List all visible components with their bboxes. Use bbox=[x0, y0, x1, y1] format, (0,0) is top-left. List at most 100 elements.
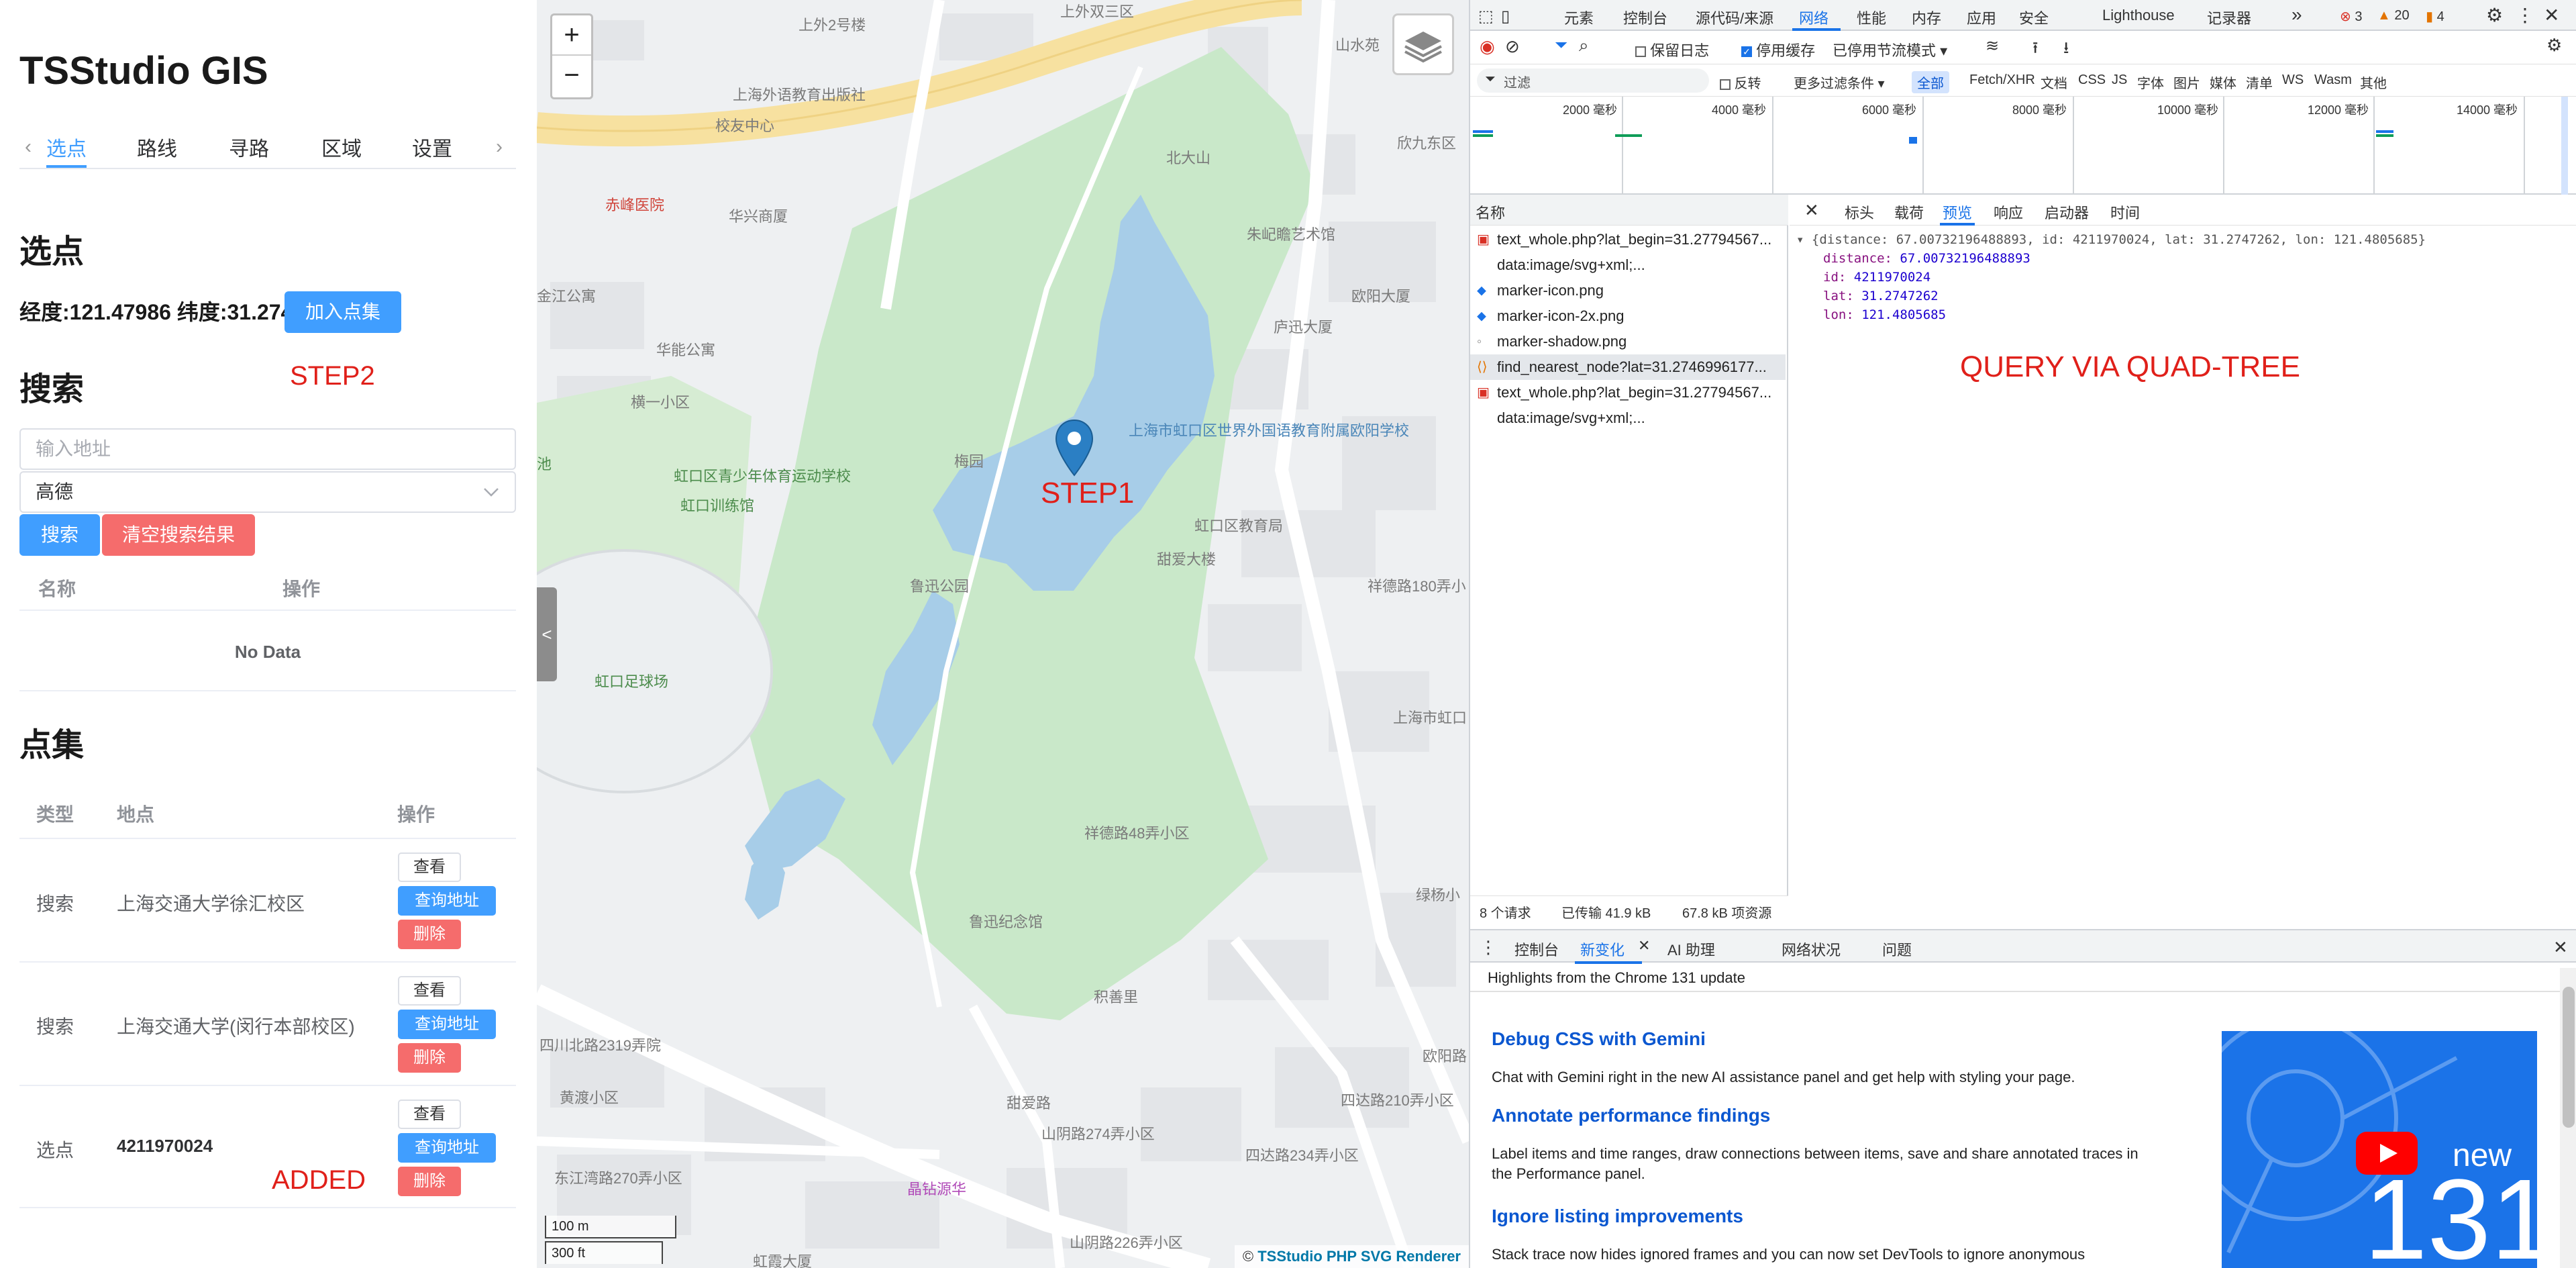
drawer-tab-console[interactable]: 控制台 bbox=[1514, 938, 1559, 960]
layers-button[interactable] bbox=[1392, 13, 1454, 75]
request-row[interactable]: ◦ marker-shadow.png bbox=[1470, 329, 1786, 354]
timeline-overview[interactable]: 2000 毫秒 4000 毫秒 6000 毫秒 8000 毫秒 10000 毫秒… bbox=[1470, 97, 2576, 195]
drawer-tab-issues[interactable]: 问题 bbox=[1882, 938, 1912, 960]
export-har-icon[interactable]: ⭳ bbox=[2063, 36, 2069, 64]
close-drawer-icon[interactable]: ✕ bbox=[2553, 937, 2568, 958]
request-row[interactable]: data:image/svg+xml;... bbox=[1470, 252, 1786, 278]
tab-headers[interactable]: 标头 bbox=[1845, 201, 1874, 223]
collapse-sidebar-button[interactable]: < bbox=[537, 587, 557, 681]
import-har-icon[interactable]: ⭱ bbox=[2032, 36, 2038, 64]
type-filter-ws[interactable]: WS bbox=[2277, 71, 2309, 89]
tab-settings[interactable]: 设置 bbox=[412, 133, 452, 168]
view-button[interactable]: 查看 bbox=[398, 852, 461, 882]
disable-cache-checkbox[interactable]: ✓ 停用缓存 bbox=[1741, 39, 1815, 60]
network-settings-icon[interactable]: ⚙ bbox=[2546, 35, 2562, 56]
filter-input[interactable]: ⏷ 过滤 bbox=[1477, 68, 1709, 93]
tab-lighthouse[interactable]: Lighthouse bbox=[2102, 7, 2175, 24]
request-row[interactable]: ⬥ marker-icon.png bbox=[1470, 278, 1786, 303]
tab-sources[interactable]: 源代码/来源 bbox=[1696, 7, 1773, 28]
drawer-menu-icon[interactable]: ⋮ bbox=[1480, 937, 1497, 958]
tab-recorder[interactable]: 记录器 bbox=[2207, 7, 2251, 28]
delete-button[interactable]: 删除 bbox=[398, 1043, 461, 1073]
settings-gear-icon[interactable]: ⚙ bbox=[2486, 4, 2503, 26]
tab-console[interactable]: 控制台 bbox=[1623, 7, 1667, 28]
delete-button[interactable]: 删除 bbox=[398, 1167, 461, 1196]
close-detail-icon[interactable]: ✕ bbox=[1804, 200, 1819, 221]
tab-elements[interactable]: 元素 bbox=[1564, 7, 1594, 28]
inspect-icon[interactable]: ⬚ bbox=[1478, 7, 1494, 26]
map-marker-icon[interactable] bbox=[1054, 419, 1094, 477]
type-filter-manifest[interactable]: 清单 bbox=[2240, 71, 2278, 93]
attribution-link[interactable]: TSStudio PHP SVG Renderer bbox=[1257, 1248, 1461, 1265]
kebab-menu-icon[interactable]: ⋮ bbox=[2516, 4, 2534, 26]
drawer-tab-network-conditions[interactable]: 网络状况 bbox=[1782, 938, 1841, 960]
search-icon[interactable]: ⌕ bbox=[1579, 35, 1589, 56]
type-filter-all[interactable]: 全部 bbox=[1912, 71, 1949, 93]
zoom-out-button[interactable]: − bbox=[552, 56, 591, 96]
query-address-button[interactable]: 查询地址 bbox=[398, 886, 496, 916]
type-filter-img[interactable]: 图片 bbox=[2168, 71, 2206, 93]
timeline-range-handle[interactable] bbox=[2561, 97, 2568, 195]
tab-timing[interactable]: 时间 bbox=[2110, 201, 2140, 223]
filter-icon[interactable]: ⏷ bbox=[1555, 36, 1567, 55]
clear-icon[interactable]: ⊘ bbox=[1505, 36, 1520, 57]
whats-new-item-title[interactable]: Debug CSS with Gemini bbox=[1492, 1028, 1706, 1050]
request-row[interactable]: ▣ text_whole.php?lat_begin=31.27794567... bbox=[1470, 227, 1786, 252]
col-name[interactable]: 名称 bbox=[1476, 201, 1505, 223]
tab-pathfind[interactable]: 寻路 bbox=[229, 133, 269, 168]
tab-application[interactable]: 应用 bbox=[1967, 7, 1996, 28]
chrome-131-promo-image[interactable]: new 131 bbox=[2222, 1031, 2537, 1268]
scrollbar-thumb[interactable] bbox=[2563, 987, 2575, 1128]
type-filter-doc[interactable]: 文档 bbox=[2035, 71, 2073, 93]
more-tabs-icon[interactable]: » bbox=[2291, 4, 2302, 26]
close-devtools-icon[interactable]: ✕ bbox=[2544, 4, 2559, 26]
more-filters-dropdown[interactable]: 更多过滤条件 ▾ bbox=[1794, 72, 1885, 92]
network-conditions-icon[interactable]: ≋ bbox=[1986, 36, 1999, 56]
invert-checkbox[interactable]: 反转 bbox=[1720, 72, 1761, 92]
search-input[interactable]: 输入地址 bbox=[19, 428, 516, 470]
view-button[interactable]: 查看 bbox=[398, 976, 461, 1006]
preserve-log-checkbox[interactable]: 保留日志 bbox=[1635, 39, 1709, 60]
tab-payload[interactable]: 载荷 bbox=[1894, 201, 1924, 223]
type-filter-xhr[interactable]: Fetch/XHR bbox=[1964, 71, 2041, 89]
request-row-selected[interactable]: ⟨⟩ find_nearest_node?lat=31.2746996177... bbox=[1470, 354, 1786, 380]
warning-count[interactable]: ▲ 20 bbox=[2377, 8, 2410, 23]
error-count[interactable]: ⊗ 3 bbox=[2340, 8, 2362, 25]
whats-new-item-title[interactable]: Annotate performance findings bbox=[1492, 1105, 1770, 1126]
view-button[interactable]: 查看 bbox=[398, 1100, 461, 1129]
query-address-button[interactable]: 查询地址 bbox=[398, 1010, 496, 1039]
whats-new-item-title[interactable]: Ignore listing improvements bbox=[1492, 1206, 1743, 1227]
search-button[interactable]: 搜索 bbox=[19, 514, 100, 556]
zoom-in-button[interactable]: + bbox=[552, 15, 591, 56]
drawer-tab-ai[interactable]: AI 助理 bbox=[1667, 938, 1715, 960]
drawer-tab-whats-new[interactable]: 新变化 bbox=[1580, 938, 1625, 960]
tab-pick[interactable]: 选点 bbox=[46, 133, 87, 168]
map-canvas[interactable] bbox=[537, 0, 1469, 1268]
request-row[interactable]: ▣ text_whole.php?lat_begin=31.27794567... bbox=[1470, 380, 1786, 405]
close-tab-icon[interactable]: ✕ bbox=[1638, 937, 1650, 955]
request-row[interactable]: ⬥ marker-icon-2x.png bbox=[1470, 303, 1786, 329]
type-filter-wasm[interactable]: Wasm bbox=[2309, 71, 2357, 89]
tab-prev-icon[interactable]: ‹ bbox=[25, 136, 32, 158]
json-summary[interactable]: ▾ {distance: 67.00732196488893, id: 4211… bbox=[1796, 232, 2426, 247]
type-filter-other[interactable]: 其他 bbox=[2355, 71, 2392, 93]
whats-new-scrollbar[interactable] bbox=[2560, 968, 2576, 1268]
tab-route[interactable]: 路线 bbox=[137, 133, 177, 168]
tab-response[interactable]: 响应 bbox=[1994, 201, 2023, 223]
map-view[interactable]: 上外2号楼 上外双三区 山水苑 上海外语教育出版社 校友中心 北大山 欣九东区 … bbox=[537, 0, 1469, 1268]
type-filter-font[interactable]: 字体 bbox=[2132, 71, 2169, 93]
tab-initiator[interactable]: 启动器 bbox=[2045, 201, 2089, 223]
type-filter-media[interactable]: 媒体 bbox=[2204, 71, 2242, 93]
tab-next-icon[interactable]: › bbox=[496, 136, 503, 158]
throttle-select[interactable]: 已停用节流模式 ▾ bbox=[1833, 39, 1947, 60]
tab-performance[interactable]: 性能 bbox=[1857, 7, 1886, 28]
type-filter-js[interactable]: JS bbox=[2106, 71, 2132, 89]
add-to-pointset-button[interactable]: 加入点集 bbox=[285, 291, 401, 333]
type-filter-css[interactable]: CSS bbox=[2073, 71, 2111, 89]
tab-region[interactable]: 区域 bbox=[321, 133, 362, 168]
device-toolbar-icon[interactable]: ▯ bbox=[1501, 7, 1510, 26]
record-icon[interactable]: ◉ bbox=[1480, 36, 1495, 57]
tab-memory[interactable]: 内存 bbox=[1912, 7, 1941, 28]
tab-preview[interactable]: 预览 bbox=[1943, 201, 1972, 223]
provider-select[interactable]: 高德 bbox=[19, 471, 516, 513]
